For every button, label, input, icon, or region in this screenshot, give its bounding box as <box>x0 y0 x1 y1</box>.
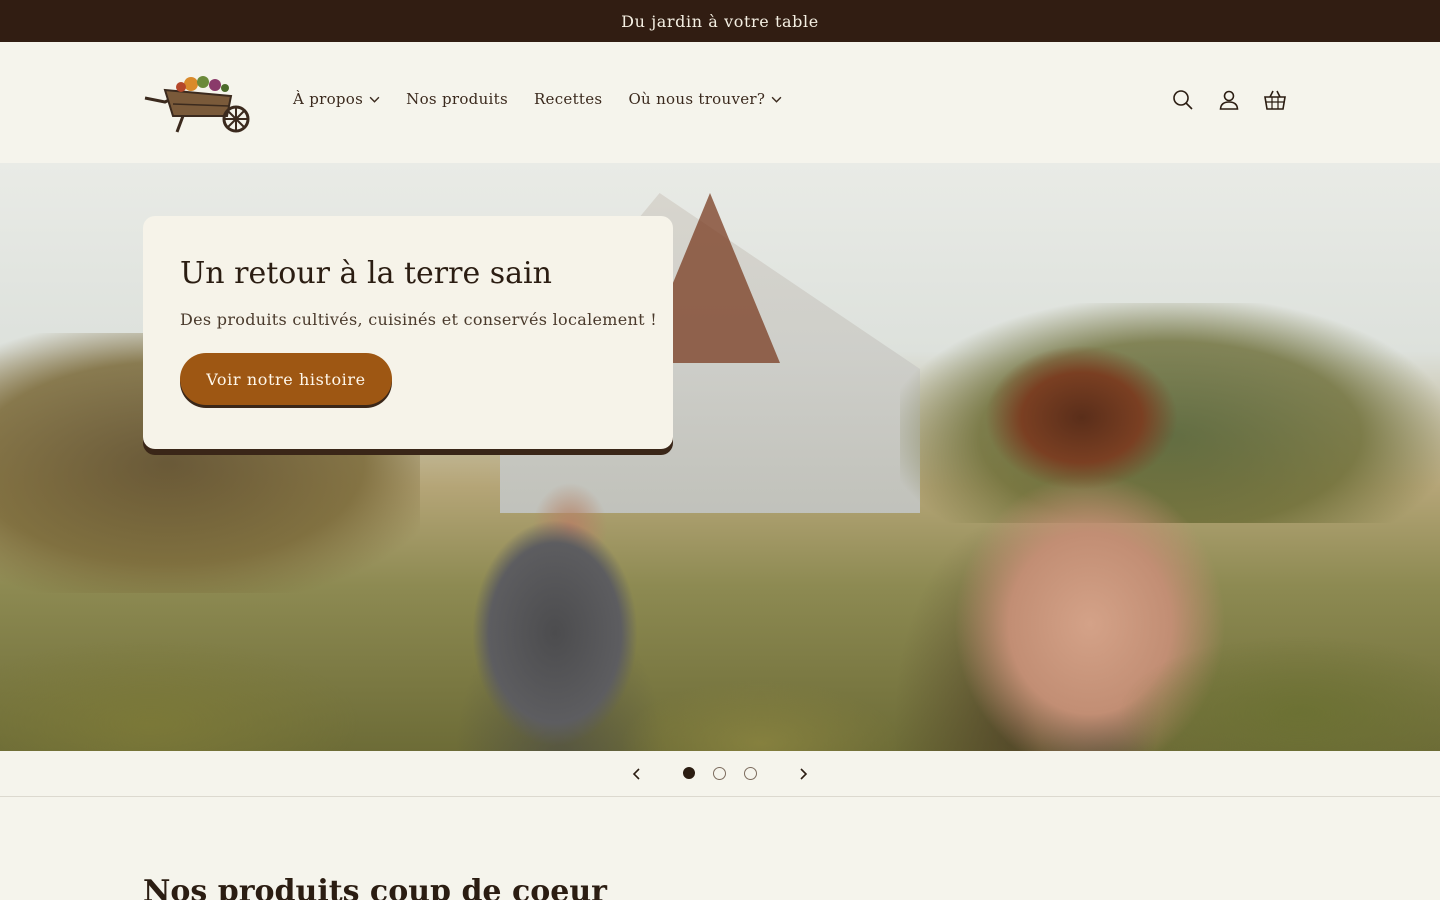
wheelbarrow-logo[interactable] <box>143 72 255 134</box>
chevron-left-icon[interactable] <box>627 764 647 784</box>
site-header: À propos Nos produits Recettes Où nous t… <box>0 42 1440 163</box>
slider-dots <box>683 767 757 780</box>
search-icon[interactable] <box>1171 88 1195 112</box>
nav-label: À propos <box>293 90 364 108</box>
nav-item-a-propos[interactable]: À propos <box>293 90 380 108</box>
nav-item-recettes[interactable]: Recettes <box>534 90 602 108</box>
cart-icon[interactable] <box>1263 88 1287 112</box>
slider-controls <box>0 751 1440 797</box>
nav-label: Où nous trouver? <box>628 90 766 108</box>
slide-dot-3[interactable] <box>744 767 757 780</box>
hero-image-foliage <box>0 543 1440 751</box>
chevron-right-icon[interactable] <box>793 764 813 784</box>
story-button[interactable]: Voir notre histoire <box>180 353 392 405</box>
nav-item-nos-produits[interactable]: Nos produits <box>406 90 508 108</box>
nav-label: Nos produits <box>406 90 508 108</box>
hero-subtitle: Des produits cultivés, cuisinés et conse… <box>180 310 657 329</box>
header-icons <box>1171 88 1287 112</box>
announcement-bar: Du jardin à votre table <box>0 0 1440 42</box>
nav-label: Recettes <box>533 90 603 108</box>
nav-item-ou-nous-trouver[interactable]: Où nous trouver? <box>628 90 782 108</box>
chevron-down-icon <box>369 96 380 103</box>
hero-content-card: Un retour à la terre sain Des produits c… <box>143 216 673 449</box>
chevron-down-icon <box>771 96 782 103</box>
hero-title: Un retour à la terre sain <box>180 256 552 291</box>
slide-dot-1[interactable] <box>683 767 695 779</box>
section-title: Nos produits coup de coeur <box>143 874 607 900</box>
slide-dot-2[interactable] <box>713 767 726 780</box>
main-nav: À propos Nos produits Recettes Où nous t… <box>293 90 782 108</box>
announcement-text: Du jardin à votre table <box>621 11 819 31</box>
account-icon[interactable] <box>1217 88 1241 112</box>
